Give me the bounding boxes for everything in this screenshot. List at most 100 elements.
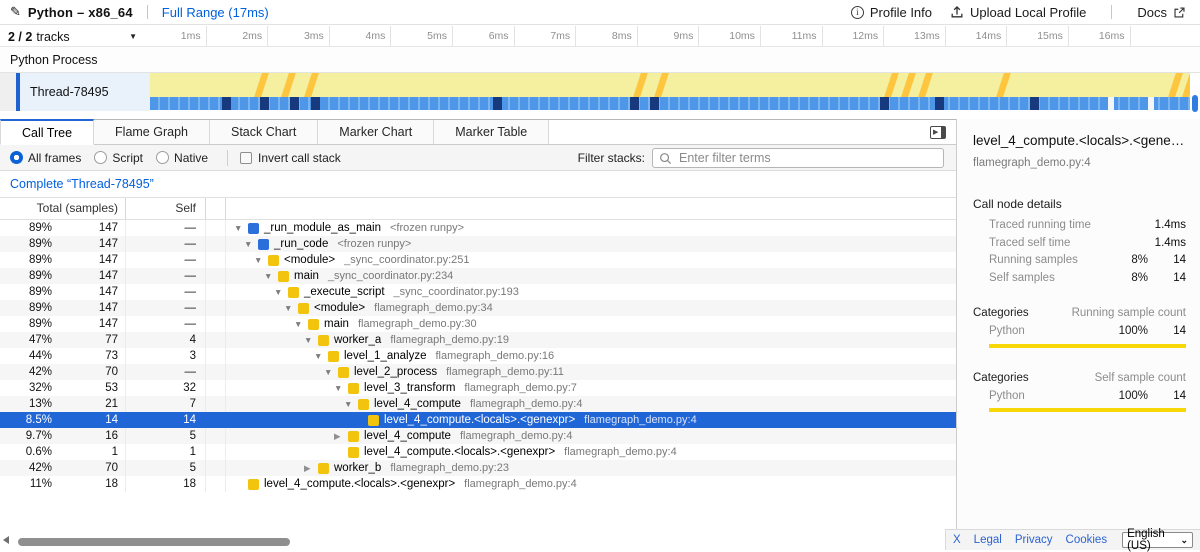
table-row[interactable]: 32%5332▼level_3_transformflamegraph_demo…	[0, 380, 956, 396]
thread-track-label[interactable]: Thread-78495	[0, 73, 150, 111]
chevron-down-icon: ▼	[129, 32, 137, 41]
row-total-percent: 9.7%	[0, 430, 52, 442]
tab-flame-graph[interactable]: Flame Graph	[94, 120, 210, 144]
table-row[interactable]: 89%147—▼mainflamegraph_demo.py:30	[0, 316, 956, 332]
frame-file: _sync_coordinator.py:193	[394, 286, 519, 298]
collapse-triangle-icon[interactable]: ▼	[324, 367, 338, 377]
table-row[interactable]: 42%70—▼level_2_processflamegraph_demo.py…	[0, 364, 956, 380]
row-total-percent: 89%	[0, 302, 52, 314]
footer-link-x[interactable]: X	[953, 534, 961, 546]
table-row[interactable]: 44%733▼level_1_analyzeflamegraph_demo.py…	[0, 348, 956, 364]
breadcrumb-root-link[interactable]: Complete “Thread-78495”	[10, 177, 154, 191]
timeline-vertical-scrollbar[interactable]	[1192, 95, 1198, 112]
table-row[interactable]: 89%147—▼main_sync_coordinator.py:234	[0, 268, 956, 284]
column-header-total[interactable]: Total (samples)	[0, 198, 126, 219]
scroll-left-arrow-icon[interactable]	[3, 536, 9, 544]
frame-name: _execute_script	[304, 286, 385, 298]
thread-track[interactable]: Thread-78495	[0, 73, 1200, 111]
detail-value: 14	[1148, 255, 1186, 266]
collapse-triangle-icon[interactable]: ▼	[264, 271, 278, 281]
row-frame: ▶level_4_computeflamegraph_demo.py:4	[226, 428, 956, 444]
footer-link-privacy[interactable]: Privacy	[1015, 534, 1053, 546]
radio-script[interactable]: Script	[94, 151, 143, 165]
collapse-triangle-icon[interactable]: ▼	[304, 335, 318, 345]
docs-link[interactable]: Docs	[1137, 5, 1186, 20]
tab-marker-chart[interactable]: Marker Chart	[318, 120, 434, 144]
radio-all-frames[interactable]: All frames	[10, 151, 81, 165]
row-total-samples: 70	[52, 460, 126, 476]
table-row[interactable]: 89%147—▼<module>_sync_coordinator.py:251	[0, 252, 956, 268]
scrollbar-thumb[interactable]	[18, 538, 290, 546]
footer-link-legal[interactable]: Legal	[974, 534, 1002, 546]
column-header-category	[206, 198, 226, 219]
profile-name[interactable]: Python – x86_64	[28, 5, 133, 20]
sidebar-toggle-icon[interactable]: ▶	[930, 126, 946, 139]
invert-call-stack-checkbox[interactable]: Invert call stack	[240, 151, 341, 165]
frame-file: flamegraph_demo.py:34	[374, 302, 493, 314]
activity-spike	[304, 73, 320, 97]
ruler-tick: 10ms	[699, 26, 761, 47]
profile-info-button[interactable]: i Profile Info	[851, 5, 932, 20]
collapse-triangle-icon[interactable]: ▼	[294, 319, 308, 329]
row-category-cell	[206, 284, 226, 300]
ruler-tick: 1ms	[145, 26, 207, 47]
column-header-self[interactable]: Self	[126, 198, 206, 219]
expand-triangle-icon[interactable]: ▶	[334, 431, 348, 442]
frame-file: flamegraph_demo.py:19	[390, 334, 509, 346]
collapse-triangle-icon[interactable]: ▼	[344, 399, 358, 409]
table-row[interactable]: 13%217▼level_4_computeflamegraph_demo.py…	[0, 396, 956, 412]
call-node-details-heading: Call node details	[973, 197, 1186, 211]
row-total-percent: 13%	[0, 398, 52, 410]
table-row[interactable]: 9.7%165▶level_4_computeflamegraph_demo.p…	[0, 428, 956, 444]
tab-stack-chart[interactable]: Stack Chart	[210, 120, 318, 144]
row-frame: level_4_compute.<locals>.<genexpr>flameg…	[226, 444, 956, 460]
ruler-tick: 4ms	[330, 26, 392, 47]
tracks-dropdown[interactable]: 2 / 2 tracks ▼	[0, 26, 145, 47]
collapse-triangle-icon[interactable]: ▼	[254, 255, 268, 265]
collapse-triangle-icon[interactable]: ▼	[314, 351, 328, 361]
activity-spike	[632, 73, 648, 97]
selected-node-file: flamegraph_demo.py:4	[973, 157, 1186, 169]
ruler-tick: 12ms	[823, 26, 885, 47]
tab-call-tree[interactable]: Call Tree	[0, 119, 94, 145]
radio-native[interactable]: Native	[156, 151, 208, 165]
process-track-header[interactable]: Python Process	[0, 47, 1200, 73]
language-select[interactable]: English (US) ⌄	[1122, 532, 1193, 548]
table-row[interactable]: 42%705▶worker_bflamegraph_demo.py:23	[0, 460, 956, 476]
frame-file: _sync_coordinator.py:251	[344, 254, 469, 266]
table-row[interactable]: 0.6%11level_4_compute.<locals>.<genexpr>…	[0, 444, 956, 460]
row-total-samples: 1	[52, 444, 126, 460]
expand-triangle-icon[interactable]: ▶	[304, 463, 318, 474]
collapse-triangle-icon[interactable]: ▼	[284, 303, 298, 313]
table-row[interactable]: 11%1818level_4_compute.<locals>.<genexpr…	[0, 476, 956, 492]
category-label: Python	[989, 326, 1106, 337]
collapse-triangle-icon[interactable]: ▼	[334, 383, 348, 393]
footer-link-cookies[interactable]: Cookies	[1066, 534, 1108, 546]
table-row[interactable]: 8.5%1414level_4_compute.<locals>.<genexp…	[0, 412, 956, 428]
sample-segment	[650, 97, 659, 110]
row-category-cell	[206, 268, 226, 284]
collapse-triangle-icon[interactable]: ▼	[274, 287, 288, 297]
row-total-percent: 42%	[0, 462, 52, 474]
table-row[interactable]: 89%147—▼_execute_script_sync_coordinator…	[0, 284, 956, 300]
sample-segment	[1148, 97, 1154, 110]
edit-pencil-icon[interactable]: ✎	[10, 4, 21, 20]
full-range-link[interactable]: Full Range (17ms)	[162, 5, 269, 20]
collapse-triangle-icon[interactable]: ▼	[244, 239, 258, 249]
thread-track-graph[interactable]	[150, 73, 1190, 111]
table-row[interactable]: 89%147—▼<module>flamegraph_demo.py:34	[0, 300, 956, 316]
frame-file: flamegraph_demo.py:16	[435, 350, 554, 362]
table-row[interactable]: 47%774▼worker_aflamegraph_demo.py:19	[0, 332, 956, 348]
frame-category-swatch	[358, 399, 369, 410]
tab-marker-table[interactable]: Marker Table	[434, 120, 549, 144]
collapse-triangle-icon[interactable]: ▼	[234, 223, 248, 233]
upload-profile-button[interactable]: Upload Local Profile	[950, 5, 1086, 20]
filter-stacks-input[interactable]	[652, 148, 944, 168]
table-row[interactable]: 89%147—▼_run_module_as_main<frozen runpy…	[0, 220, 956, 236]
ruler-tick: 15ms	[1007, 26, 1069, 47]
row-category-cell	[206, 300, 226, 316]
frame-category-swatch	[288, 287, 299, 298]
table-row[interactable]: 89%147—▼_run_code<frozen runpy>	[0, 236, 956, 252]
frame-name: level_2_process	[354, 366, 437, 378]
frame-category-swatch	[248, 479, 259, 490]
